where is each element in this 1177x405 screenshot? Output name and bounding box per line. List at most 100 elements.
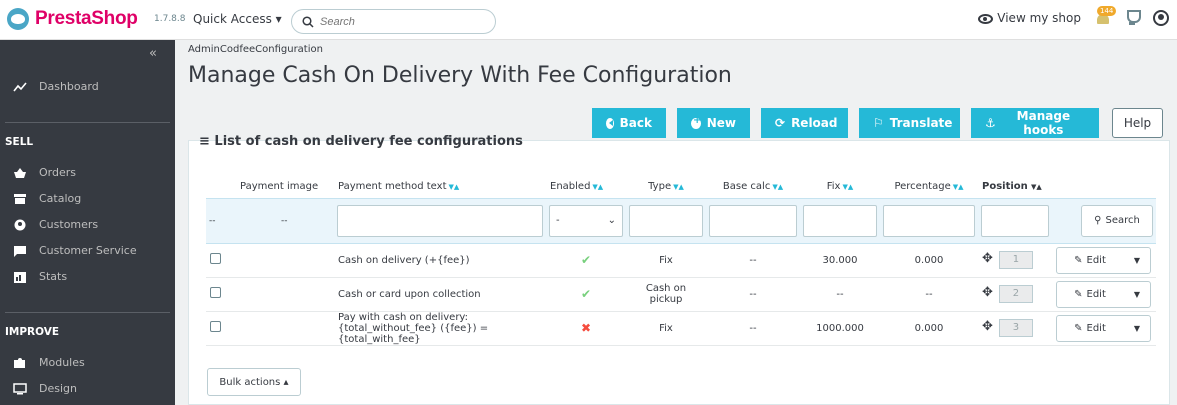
sort-icon: ▼▲ <box>952 183 964 192</box>
edit-button[interactable]: ✎ Edit <box>1057 254 1124 266</box>
filter-image: -- <box>236 197 334 244</box>
puffin-icon <box>7 8 29 30</box>
trophy-icon[interactable] <box>1125 10 1141 26</box>
filter-type-input[interactable] <box>629 204 703 237</box>
col-percentage[interactable]: Percentage ▼▲ <box>880 176 978 198</box>
manage-hooks-button[interactable]: ⚓ Manage hooks <box>971 108 1099 138</box>
view-shop-link[interactable]: View my shop <box>978 11 1081 25</box>
sidebar: « Dashboard SELL Orders Catalog Customer… <box>0 40 175 405</box>
monitor-icon <box>13 382 27 394</box>
header-row: Payment image Payment method text ▼▲ Enab… <box>206 176 1156 198</box>
help-button[interactable]: Help <box>1112 108 1163 138</box>
position-value: 3 <box>998 319 1033 337</box>
col-payment-text[interactable]: Payment method text ▼▲ <box>334 176 546 198</box>
reload-button[interactable]: ⟳ Reload <box>761 108 848 138</box>
improve-heading: IMPROVE <box>5 326 60 338</box>
edit-button-group[interactable]: ✎ Edit ▼ <box>1056 246 1151 274</box>
row-checkbox[interactable] <box>210 253 221 264</box>
page-toolbar: Back New ⟳Reload ⚐Translate ⚓Manage hook… <box>592 108 1163 138</box>
table-row[interactable]: Pay with cash on delivery: {total_without… <box>206 311 1156 346</box>
caret-down-icon[interactable]: ▼ <box>1124 324 1150 333</box>
version-label: 1.7.8.8 <box>154 14 186 24</box>
edit-button-group[interactable]: ✎ Edit ▼ <box>1056 280 1151 308</box>
edit-button[interactable]: ✎ Edit <box>1057 322 1124 334</box>
sidebar-item-orders[interactable]: Orders <box>13 166 76 179</box>
col-position[interactable]: Position ▼▲ <box>978 176 1052 198</box>
table-row[interactable]: Cash or card upon collection ✔ Cash on p… <box>206 277 1156 312</box>
cell-fix: -- <box>800 277 880 312</box>
sort-icon: ▼▲ <box>592 183 604 192</box>
sidebar-item-modules[interactable]: Modules <box>13 356 85 369</box>
filter-percentage-input[interactable] <box>883 204 975 237</box>
notifications-button[interactable]: 144 <box>1095 6 1117 26</box>
panel-title: ≡ List of cash on delivery fee configura… <box>199 134 523 148</box>
caret-down-icon[interactable]: ▼ <box>1124 290 1150 299</box>
col-fix[interactable]: Fix ▼▲ <box>800 176 880 198</box>
bulk-actions-button[interactable]: Bulk actions ▴ <box>207 368 301 396</box>
divider <box>5 312 170 313</box>
divider <box>5 122 170 123</box>
search-icon <box>302 15 314 28</box>
table-row[interactable]: Cash on delivery (+{fee}) ✔ Fix -- 30.00… <box>206 243 1156 278</box>
col-base-calc[interactable]: Base calc ▼▲ <box>706 176 800 198</box>
drag-handle-icon[interactable]: ✥ <box>982 251 993 266</box>
header-search-input[interactable] <box>320 15 470 28</box>
cell-base: -- <box>706 277 800 312</box>
top-bar: PrestaShop 1.7.8.8 Quick Access ▾ View m… <box>0 0 1177 40</box>
store-icon <box>14 193 26 204</box>
col-enabled[interactable]: Enabled ▼▲ <box>546 176 626 198</box>
header-search[interactable] <box>291 9 496 34</box>
sidebar-item-stats[interactable]: Stats <box>13 270 67 283</box>
sidebar-item-catalog[interactable]: Catalog <box>13 192 81 205</box>
cell-type: Fix <box>626 311 706 346</box>
user-account-icon[interactable] <box>1153 10 1169 26</box>
sort-icon: ▼▲ <box>842 183 854 192</box>
drag-handle-icon[interactable]: ✥ <box>982 319 993 334</box>
back-button[interactable]: Back <box>592 108 666 138</box>
cell-fix: 1000.000 <box>800 311 880 346</box>
sidebar-item-customer-service[interactable]: Customer Service <box>13 244 137 257</box>
search-button[interactable]: ⚲ Search <box>1081 204 1153 237</box>
quick-access-dropdown[interactable]: Quick Access ▾ <box>193 12 282 26</box>
pencil-icon: ✎ <box>1074 254 1083 266</box>
col-type[interactable]: Type ▼▲ <box>626 176 706 198</box>
filter-empty: -- <box>206 197 236 244</box>
filter-position-input[interactable] <box>981 204 1049 237</box>
filter-text-input[interactable] <box>337 204 543 237</box>
cell-text: Cash on delivery (+{fee}) <box>334 243 546 278</box>
new-button[interactable]: New <box>677 108 750 138</box>
row-checkbox[interactable] <box>210 321 221 332</box>
cell-percentage: 0.000 <box>880 243 978 278</box>
filter-base-input[interactable] <box>709 204 797 237</box>
list-panel: ≡ List of cash on delivery fee configura… <box>188 134 1170 405</box>
cell-percentage: 0.000 <box>880 311 978 346</box>
drag-handle-icon[interactable]: ✥ <box>982 285 993 300</box>
prestashop-logo[interactable]: PrestaShop <box>7 8 138 30</box>
position-value: 2 <box>998 285 1033 303</box>
cell-text: Pay with cash on delivery: {total_without… <box>334 311 546 346</box>
config-table: Payment image Payment method text ▼▲ Enab… <box>206 176 1156 346</box>
sort-icon: ▼▲ <box>673 183 684 192</box>
edit-button-group[interactable]: ✎ Edit ▼ <box>1056 314 1151 342</box>
breadcrumb[interactable]: AdminCodfeeConfiguration <box>188 44 323 55</box>
sort-icon: ▼▲ <box>772 183 784 192</box>
enabled-check-icon[interactable]: ✔ <box>581 287 591 301</box>
sell-heading: SELL <box>5 136 34 148</box>
sidebar-item-customers[interactable]: Customers <box>13 218 98 231</box>
notification-badge: 144 <box>1097 6 1117 16</box>
filter-enabled-select[interactable]: - ⌄ <box>549 204 623 237</box>
disabled-cross-icon[interactable]: ✖ <box>581 321 591 335</box>
cell-percentage: -- <box>880 277 978 312</box>
edit-button[interactable]: ✎ Edit <box>1057 288 1124 300</box>
enabled-check-icon[interactable]: ✔ <box>581 253 591 267</box>
collapse-sidebar-icon[interactable]: « <box>149 46 157 61</box>
cell-base: -- <box>706 311 800 346</box>
page-title: Manage Cash On Delivery With Fee Configu… <box>188 63 732 88</box>
trending-up-icon <box>13 81 27 91</box>
row-checkbox[interactable] <box>210 287 221 298</box>
sidebar-item-design[interactable]: Design <box>13 382 77 395</box>
caret-down-icon[interactable]: ▼ <box>1124 256 1150 265</box>
sidebar-item-dashboard[interactable]: Dashboard <box>13 80 99 93</box>
filter-fix-input[interactable] <box>803 204 877 237</box>
translate-button[interactable]: ⚐ Translate <box>859 108 960 138</box>
